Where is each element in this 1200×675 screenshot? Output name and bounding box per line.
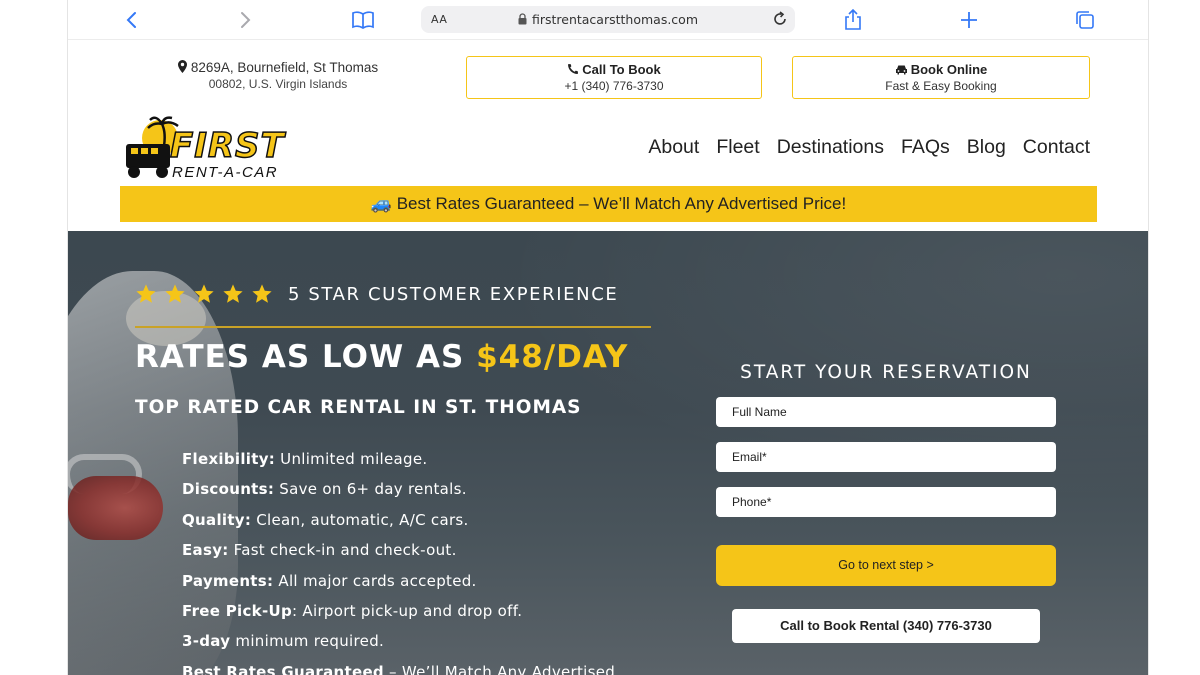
feature-text: Unlimited mileage. (275, 450, 428, 468)
url-text: firstrentacarstthomas.com (531, 12, 699, 27)
new-tab-icon[interactable] (956, 8, 982, 32)
feature-label: Flexibility: (182, 450, 276, 468)
share-icon[interactable] (840, 8, 866, 32)
phone-icon (568, 64, 579, 74)
headline-prefix: RATES AS LOW AS (135, 339, 477, 375)
hero-headline: RATES AS LOW AS $48/DAY (135, 339, 628, 375)
bookmarks-icon[interactable] (350, 8, 376, 32)
list-item: Discounts: Save on 6+ day rentals. (182, 480, 615, 510)
rating-row: 5 STAR CUSTOMER EXPERIENCE (135, 283, 618, 305)
hero-section: 5 STAR CUSTOMER EXPERIENCE RATES AS LOW … (68, 231, 1148, 675)
feature-text: : Airport pick-up and drop off. (292, 601, 523, 620)
feature-label: Easy: (182, 541, 229, 560)
hero-tail-light (68, 476, 163, 540)
feature-text: – We’ll Match Any Advertised (383, 662, 616, 675)
feature-text: All major cards accepted. (273, 571, 477, 590)
book-subtitle: Fast & Easy Booking (885, 79, 997, 93)
hero-divider (135, 326, 651, 328)
nav-faqs[interactable]: FAQs (901, 136, 950, 159)
address-line-2: 00802, U.S. Virgin Islands (208, 77, 348, 91)
feature-text: Save on 6+ day rentals. (274, 480, 467, 499)
feature-text: Fast check-in and check-out. (228, 541, 457, 560)
business-address: 8269A, Bournefield, St Thomas 00802, U.S… (158, 60, 398, 91)
promo-car-icon: 🚙 (370, 194, 392, 213)
feature-label: 3-day (182, 632, 231, 651)
feature-label: Discounts: (182, 480, 275, 499)
book-online-button[interactable]: Book Online Fast & Easy Booking (792, 56, 1090, 99)
left-margin (0, 0, 68, 675)
right-margin (1148, 0, 1200, 675)
nav-about[interactable]: About (648, 136, 699, 159)
call-title: Call To Book (582, 62, 661, 77)
star-icon (165, 284, 185, 303)
feature-label: Quality: (182, 510, 252, 529)
address-line-1: 8269A, Bournefield, St Thomas (190, 60, 379, 75)
call-to-book-button[interactable]: Call To Book +1 (340) 776-3730 (466, 56, 762, 99)
list-item: Free Pick-Up: Airport pick-up and drop o… (182, 602, 615, 632)
main-nav: About Fleet Destinations FAQs Blog Conta… (648, 136, 1090, 159)
phone-field[interactable] (716, 487, 1056, 517)
browser-toolbar: AA firstrentacarstthomas.com (68, 0, 1148, 40)
browser-page: AA firstrentacarstthomas.com 8269A, Bour… (68, 0, 1148, 675)
list-item: 3-day minimum required. (182, 632, 615, 662)
nav-fleet[interactable]: Fleet (716, 136, 759, 159)
star-icon (194, 284, 214, 303)
site-logo[interactable]: FIRST RENT-A-CAR (120, 116, 300, 182)
call-to-book-rental-button[interactable]: Call to Book Rental (340) 776-3730 (732, 609, 1040, 643)
list-item: Quality: Clean, automatic, A/C cars. (182, 511, 615, 541)
star-icon (252, 284, 272, 303)
email-field[interactable] (716, 442, 1056, 472)
feature-text: Clean, automatic, A/C cars. (251, 510, 469, 529)
headline-price: $48/DAY (476, 339, 629, 375)
car-icon (895, 65, 907, 75)
map-pin-icon (177, 60, 187, 73)
lock-icon (518, 13, 527, 25)
nav-contact[interactable]: Contact (1023, 136, 1090, 159)
feature-list: Flexibility: Unlimited mileage. Discount… (182, 450, 615, 675)
back-icon[interactable] (118, 8, 144, 32)
call-number: +1 (340) 776-3730 (564, 79, 664, 93)
list-item: Payments: All major cards accepted. (182, 572, 615, 602)
feature-label: Payments: (182, 571, 274, 590)
logo-subtitle: RENT-A-CAR (172, 164, 279, 181)
star-icon (223, 284, 243, 303)
forward-icon[interactable] (233, 8, 259, 32)
book-title: Book Online (910, 62, 988, 77)
star-icon (136, 284, 156, 303)
next-step-button[interactable]: Go to next step > (716, 545, 1056, 586)
reload-icon[interactable] (771, 10, 789, 28)
hero-subheadline: TOP RATED CAR RENTAL IN ST. THOMAS (135, 397, 582, 418)
reservation-form-title: START YOUR RESERVATION (740, 362, 1032, 383)
rating-text: 5 STAR CUSTOMER EXPERIENCE (288, 283, 619, 305)
list-item: Flexibility: Unlimited mileage. (182, 450, 615, 480)
feature-text: minimum required. (230, 632, 385, 651)
nav-blog[interactable]: Blog (967, 136, 1006, 159)
promo-text: Best Rates Guaranteed – We’ll Match Any … (396, 194, 847, 213)
nav-destinations[interactable]: Destinations (777, 136, 884, 159)
logo-word: FIRST (169, 125, 285, 167)
tabs-overview-icon[interactable] (1072, 8, 1098, 32)
feature-label: Best Rates Guaranteed (182, 662, 384, 675)
feature-label: Free Pick-Up (182, 601, 292, 620)
list-item: Easy: Fast check-in and check-out. (182, 541, 615, 571)
list-item: Best Rates Guaranteed – We’ll Match Any … (182, 663, 615, 675)
address-bar[interactable]: AA firstrentacarstthomas.com (421, 6, 795, 33)
full-name-field[interactable] (716, 397, 1056, 427)
promo-banner: 🚙 Best Rates Guaranteed – We’ll Match An… (120, 186, 1097, 222)
